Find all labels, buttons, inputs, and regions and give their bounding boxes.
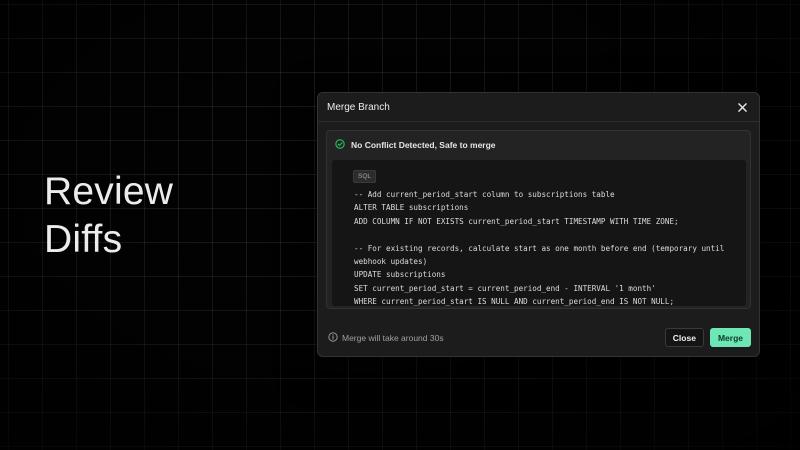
status-text: No Conflict Detected, Safe to merge [351,139,496,150]
canvas-background: Review Diffs Merge Branch No Conflict De… [0,0,800,450]
merge-time-info: Merge will take around 30s [328,331,444,344]
check-circle-icon [335,136,345,154]
language-badge: SQL [353,170,377,183]
dialog-header: Merge Branch [318,93,759,122]
merge-branch-dialog: Merge Branch No Conflict Detected, Safe … [317,92,760,357]
close-button[interactable]: Close [664,328,704,347]
hero-line-2: Diffs [44,218,123,261]
code-line: -- Add current_period_start column to su… [354,190,615,199]
hero-heading: Review Diffs [44,168,173,264]
sql-code: -- Add current_period_start column to su… [347,188,746,309]
code-line: ADD COLUMN IF NOT EXISTS current_period_… [354,216,679,226]
merge-time-text: Merge will take around 30s [342,332,444,343]
dialog-footer: Merge will take around 30s Close Merge [318,319,759,356]
code-line: SET current_period_start = current_perio… [354,283,656,293]
code-block: SQL -- Add current_period_start column t… [332,160,746,306]
hero-line-1: Review [44,170,174,213]
dialog-actions: Close Merge [664,328,751,347]
code-line: UPDATE subscriptions [354,270,446,280]
code-line: webhook updates) [354,256,428,266]
merge-button[interactable]: Merge [709,328,751,347]
dialog-title: Merge Branch [327,101,390,113]
conflict-status: No Conflict Detected, Safe to merge [327,131,750,158]
code-line: WHERE current_period_start IS NULL AND c… [354,297,675,307]
info-icon [328,331,338,344]
diff-panel: No Conflict Detected, Safe to merge SQL … [326,130,751,309]
code-line: -- For existing records, calculate start… [354,243,725,253]
close-icon[interactable] [735,100,749,114]
code-line: ALTER TABLE subscriptions [354,203,469,213]
